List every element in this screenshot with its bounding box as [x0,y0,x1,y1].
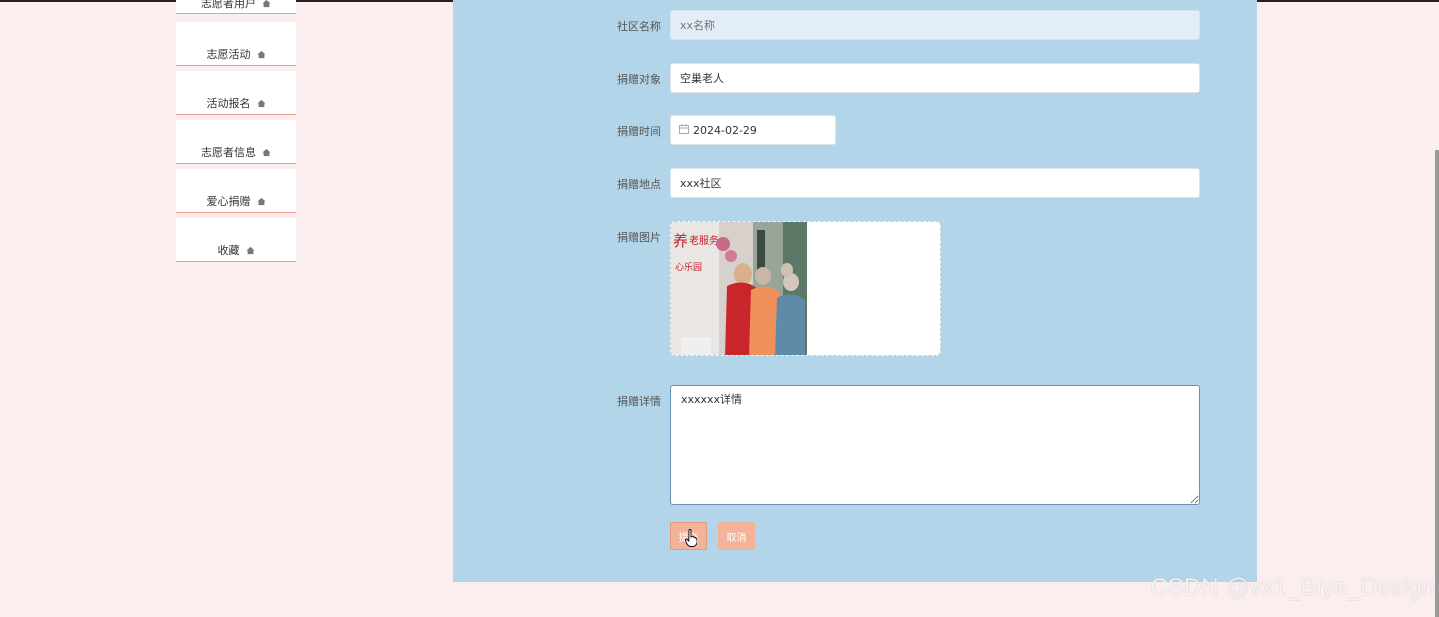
donation-time-picker[interactable] [670,115,836,145]
donation-place-label: 捐赠地点 [617,178,661,191]
donation-place-field[interactable] [670,168,1200,198]
svg-text:养: 养 [673,232,688,250]
sidebar-item-volunteer-users[interactable]: 志愿者用户 [176,0,296,14]
home-icon [256,197,266,206]
donation-time-label: 捐赠时间 [617,125,661,138]
home-icon [256,99,266,108]
donation-detail-textarea[interactable]: xxxxxx详情 [670,385,1200,505]
sidebar-item-volunteer-activities[interactable]: 志愿活动 [176,22,296,66]
home-icon [256,50,266,59]
donation-photo: 养 老服务 心乐园 [671,222,807,355]
sidebar-item-label: 收藏 [217,244,240,257]
sidebar-item-volunteer-info[interactable]: 志愿者信息 [176,120,296,164]
donation-image-label: 捐赠图片 [617,231,661,244]
community-name-label: 社区名称 [617,20,661,33]
home-icon [245,246,255,255]
sidebar-item-label: 爱心捐赠 [206,195,251,208]
image-upload[interactable]: 养 老服务 心乐园 [670,221,941,356]
sidebar-item-activity-signup[interactable]: 活动报名 [176,71,296,115]
sidebar-item-label: 志愿活动 [206,48,251,61]
donation-target-field[interactable] [670,63,1200,93]
sidebar-item-label: 活动报名 [206,97,251,110]
calendar-icon [679,124,689,134]
svg-text:老服务: 老服务 [689,234,719,247]
donation-target-label: 捐赠对象 [617,73,661,86]
sidebar-item-label: 志愿者信息 [201,146,256,159]
scrollbar[interactable] [1435,150,1439,617]
sidebar-item-favorites[interactable]: 收藏 [176,218,296,262]
donation-form-panel: 社区名称 捐赠对象 捐赠时间 捐赠地点 捐赠图片 养 老服务 心乐园 [453,0,1257,582]
home-icon [262,0,271,8]
hand-cursor-icon [685,529,697,547]
community-name-field [670,10,1200,40]
donation-detail-label: 捐赠详情 [617,395,661,408]
sidebar-item-donations[interactable]: 爱心捐赠 [176,169,296,213]
watermark: CSDN @vx1_Biye_Design [1150,574,1435,601]
sidebar-item-label: 志愿者用户 [201,0,256,10]
cancel-button[interactable]: 取消 [718,522,755,550]
svg-text:心乐园: 心乐园 [675,261,702,273]
home-icon [262,148,271,157]
